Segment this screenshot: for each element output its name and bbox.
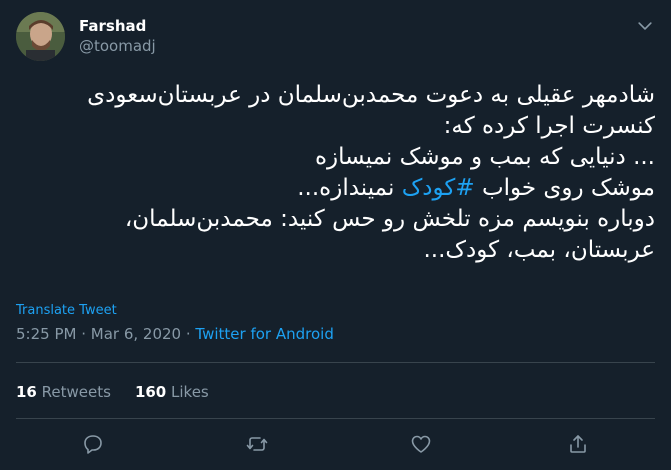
hashtag-link[interactable]: #کودک <box>402 175 475 201</box>
meta-separator: · <box>76 325 91 343</box>
tweet-card: Farshad @toomadj شادمهر عقیلی به دعوت مح… <box>0 0 671 470</box>
tweet-line-4-suffix: نمیندازه... <box>297 175 402 201</box>
avatar[interactable] <box>16 11 65 61</box>
tweet-header: Farshad @toomadj <box>16 10 156 62</box>
retweets-count: 16 <box>16 383 37 401</box>
likes-count: 160 <box>134 383 167 401</box>
avatar-image <box>16 11 65 61</box>
tweet-stats: 16 Retweets 160 Likes <box>16 381 209 403</box>
tweet-line-3: ... دنیایی که بمب و موشک نمیسازه <box>314 144 655 170</box>
tweet-line-2: کنسرت اجرا کرده که: <box>443 113 655 139</box>
tweet-text: شادمهر عقیلی به دعوت محمدبن‌سلمان در عرب… <box>15 80 655 266</box>
likes-stat[interactable]: 160 Likes <box>135 383 209 401</box>
author-names: Farshad @toomadj <box>79 16 156 56</box>
divider <box>16 362 655 363</box>
tweet-time[interactable]: 5:25 PM <box>16 325 76 343</box>
tweet-actions <box>0 430 671 460</box>
translate-tweet-link[interactable]: Translate Tweet <box>16 303 117 318</box>
tweet-meta: 5:25 PM · Mar 6, 2020 · Twitter for Andr… <box>16 324 334 344</box>
divider <box>16 418 655 419</box>
retweets-stat[interactable]: 16 Retweets <box>16 383 111 401</box>
author-display-name[interactable]: Farshad <box>79 16 156 36</box>
retweets-label: Retweets <box>41 383 111 401</box>
tweet-line-4-prefix: موشک روی خواب <box>474 175 655 201</box>
chevron-down-icon[interactable] <box>635 16 655 36</box>
tweet-source-app[interactable]: Twitter for Android <box>195 325 333 343</box>
tweet-line-6: عربستان، بمب، کودک... <box>423 237 655 263</box>
tweet-line-1: شادمهر عقیلی به دعوت محمدبن‌سلمان در عرب… <box>87 82 655 108</box>
author-handle[interactable]: @toomadj <box>79 36 156 56</box>
tweet-date[interactable]: Mar 6, 2020 <box>91 325 181 343</box>
likes-label: Likes <box>171 383 209 401</box>
like-icon[interactable] <box>409 432 433 456</box>
retweet-icon[interactable] <box>245 432 269 456</box>
meta-separator: · <box>181 325 196 343</box>
reply-icon[interactable] <box>81 432 105 456</box>
tweet-line-4: موشک روی خواب #کودک نمیندازه... <box>15 173 655 204</box>
tweet-line-5: دوباره بنویسم مزه تلخش رو حس کنید: محمدب… <box>124 206 655 232</box>
share-icon[interactable] <box>566 432 590 456</box>
